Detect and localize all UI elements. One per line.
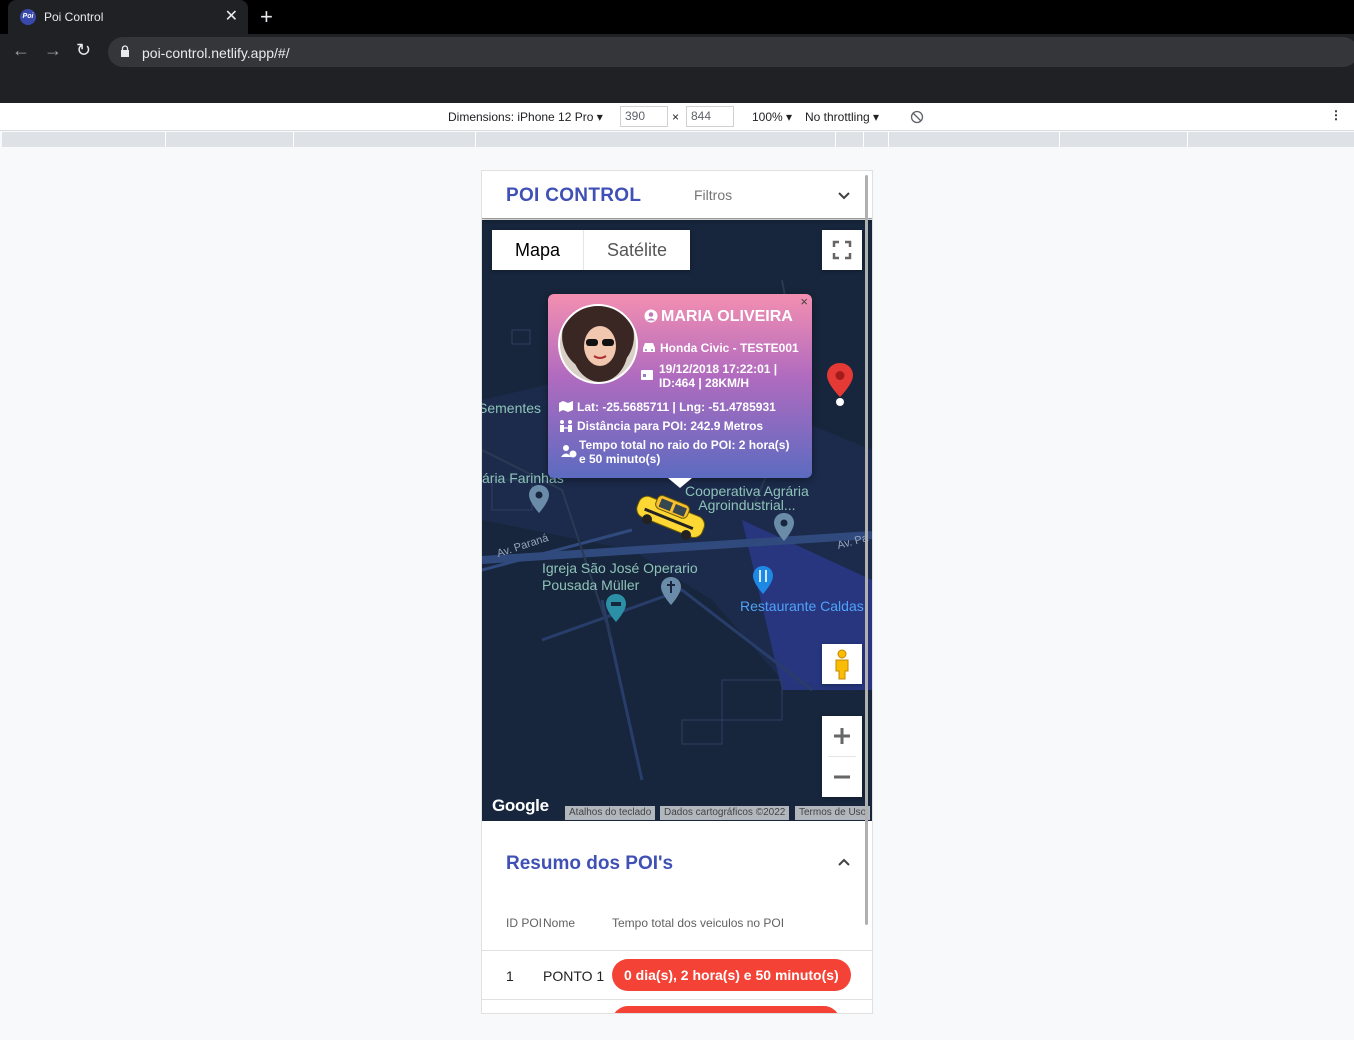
row-name: PONTO 1: [543, 968, 605, 984]
map-label-pousada[interactable]: Pousada Müller: [542, 577, 639, 593]
car-icon: [643, 343, 655, 352]
datetime-text-1: 19/12/2018 17:22:01 |: [659, 362, 778, 376]
address-bar[interactable]: poi-control.netlify.app/#/: [108, 37, 1354, 67]
filters-toggle[interactable]: Filtros: [694, 187, 732, 203]
vehicle-line: Honda Civic - TESTE001: [643, 341, 799, 355]
people-arrows-icon: [560, 420, 572, 432]
zoom-out-icon[interactable]: [822, 757, 862, 797]
calendar-icon: [641, 370, 653, 380]
avatar-image: [572, 314, 628, 382]
summary-title: Resumo dos POI's: [506, 853, 674, 874]
navigation-bar: ← → ↻ poi-control.netlify.app/#/: [0, 34, 1354, 70]
user-clock-icon: [561, 445, 577, 458]
map-type-satellite-button[interactable]: Satélite: [584, 230, 690, 270]
distance-line: Distância para POI: 242.9 Metros: [560, 419, 764, 433]
time-chip-partial: [612, 1006, 840, 1013]
info-window: × MARIA OLIVEIRA Honda Civic - TESTE001 …: [548, 294, 812, 488]
zoom-in-icon[interactable]: [822, 716, 862, 756]
terms-link[interactable]: Termos de Uso: [795, 806, 871, 820]
datetime-text-2: ID:464 | 28KM/H: [659, 376, 750, 390]
browser-tab[interactable]: Poi Poi Control ✕: [8, 0, 248, 34]
tab-title: Poi Control: [44, 10, 104, 24]
zoom-select[interactable]: 100% ▾: [752, 110, 792, 124]
back-icon[interactable]: ←: [12, 40, 30, 61]
throttling-select[interactable]: No throttling ▾: [805, 110, 879, 124]
poi-summary-panel: Resumo dos POI's ID POI Nome Tempo total…: [482, 823, 872, 1013]
favicon-icon: Poi: [20, 9, 36, 25]
time-text-1: Tempo total no raio do POI: 2 hora(s): [579, 438, 790, 452]
coords-line: Lat: -25.5685711 | Lng: -51.4785931: [559, 400, 776, 414]
driver-name: MARIA OLIVEIRA: [644, 308, 793, 326]
column-header-time: Tempo total dos veiculos no POI: [612, 916, 785, 930]
brand-title: POI CONTROL: [506, 185, 642, 206]
map-label-sementes[interactable]: Sementes: [482, 400, 541, 416]
poi-marker-icon[interactable]: [827, 363, 853, 407]
bookmarks-bar: [0, 70, 1354, 103]
url-text: poi-control.netlify.app/#/: [142, 45, 290, 61]
avatar: [558, 304, 638, 384]
map-type-map-button[interactable]: Mapa: [492, 230, 585, 270]
map-location-icon: [559, 401, 573, 412]
place-pin-icon[interactable]: [774, 513, 794, 541]
time-chip: 0 dia(s), 2 hora(s) e 50 minuto(s): [612, 959, 851, 991]
map-type-control: Mapa Satélite: [492, 230, 691, 270]
app-header: POI CONTROL Filtros: [482, 171, 872, 219]
map[interactable]: Sementes ária Farinhas Cooperativa Agrár…: [482, 220, 872, 821]
pegman-icon: [835, 649, 849, 680]
reload-icon[interactable]: ↻: [76, 40, 91, 61]
media-query-bar: [2, 132, 1354, 147]
new-tab-icon[interactable]: +: [260, 4, 273, 30]
row-id: 1: [506, 968, 514, 984]
tab-strip: Poi Poi Control ✕ +: [0, 0, 1354, 34]
throttling-label: No throttling: [805, 110, 870, 124]
street-view-button[interactable]: [822, 644, 862, 684]
vehicle-car-icon[interactable]: [630, 490, 712, 542]
dimensions-label: Dimensions: iPhone 12 Pro: [448, 110, 594, 124]
keyboard-shortcuts-link[interactable]: Atalhos do teclado: [565, 806, 656, 820]
distance-text: Distância para POI: 242.9 Metros: [577, 419, 764, 433]
column-header-id: ID POI: [506, 916, 543, 930]
fullscreen-icon: [832, 240, 852, 260]
chevron-down-icon[interactable]: [837, 189, 851, 203]
restaurant-pin-icon[interactable]: [753, 566, 773, 594]
lock-icon: [121, 45, 129, 57]
lodging-pin-icon[interactable]: [606, 594, 626, 622]
vehicle-text: Honda Civic - TESTE001: [660, 341, 799, 355]
times-symbol: ×: [672, 110, 680, 124]
fullscreen-button[interactable]: [822, 230, 862, 270]
device-toolbar: Dimensions: iPhone 12 Pro ▾ 390 × 844 10…: [0, 103, 1354, 131]
column-header-name: Nome: [543, 916, 576, 930]
chevron-up-icon[interactable]: [837, 855, 851, 869]
coords-text: Lat: -25.5685711 | Lng: -51.4785931: [577, 400, 776, 414]
dimensions-select[interactable]: Dimensions: iPhone 12 Pro ▾: [448, 110, 603, 124]
forward-icon[interactable]: →: [44, 40, 62, 61]
more-options-icon[interactable]: ⋮: [1330, 108, 1342, 122]
rotate-icon[interactable]: [910, 110, 924, 124]
scrollbar[interactable]: [865, 175, 868, 925]
device-viewport: POI CONTROL Filtros Sementes ária Farinh…: [481, 170, 873, 1014]
place-pin-icon[interactable]: [529, 485, 549, 513]
table-divider: [482, 950, 872, 951]
close-icon[interactable]: ×: [800, 294, 808, 309]
table-divider: [482, 999, 872, 1000]
map-label-igreja[interactable]: Igreja São José Operario: [542, 560, 698, 576]
height-input[interactable]: 844: [686, 106, 734, 127]
driver-name-text: MARIA OLIVEIRA: [661, 308, 793, 325]
map-data-attribution[interactable]: Dados cartográficos ©2022: [660, 806, 790, 820]
user-circle-icon: [644, 309, 658, 323]
map-label-restaurante[interactable]: Restaurante Caldas: [740, 598, 864, 614]
google-logo[interactable]: Google: [492, 796, 549, 816]
tab-close-icon[interactable]: ✕: [225, 6, 238, 26]
time-line: Tempo total no raio do POI: 2 hora(s) e …: [561, 438, 790, 466]
time-text-2: e 50 minuto(s): [579, 452, 661, 466]
zoom-control: [822, 716, 862, 797]
zoom-label: 100%: [752, 110, 783, 124]
datetime-line: 19/12/2018 17:22:01 | ID:464 | 28KM/H: [641, 362, 778, 390]
church-pin-icon[interactable]: [661, 577, 681, 605]
info-window-tail: [668, 478, 692, 488]
width-input[interactable]: 390: [620, 106, 668, 127]
